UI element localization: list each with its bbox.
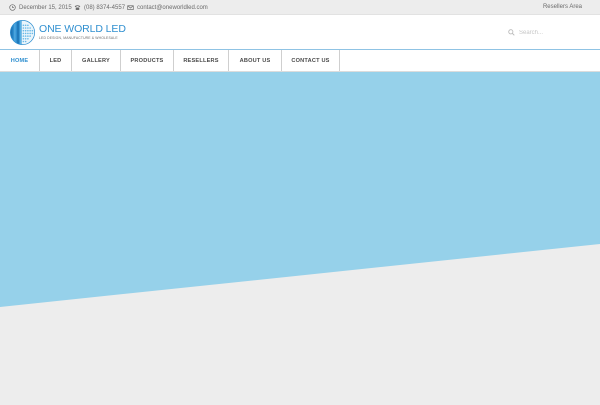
search-box[interactable] [508,27,588,38]
globe-logo-icon [9,19,36,45]
clock-icon [9,4,16,11]
search-input[interactable] [519,29,579,36]
nav-item-about-us[interactable]: ABOUT US [229,50,282,71]
top-info-bar: December 15, 2015 (08) 8374-4557 contact… [0,0,600,15]
phone-info: (08) 8374-4557 [74,0,125,15]
logo-tagline: LED DESIGN, MANUFACTURE & WHOLESALE [39,35,118,40]
nav-item-gallery[interactable]: GALLERY [72,50,121,71]
phone-icon [74,5,81,10]
hero-banner [0,72,600,400]
date-info: December 15, 2015 [9,0,72,15]
phone-text[interactable]: (08) 8374-4557 [84,5,125,11]
logo-title: ONE WORLD LED [39,22,126,35]
hero-background [0,72,600,400]
site-logo[interactable]: ONE WORLD LED LED DESIGN, MANUFACTURE & … [9,17,126,47]
main-nav: HOME LED GALLERY PRODUCTS RESELLERS ABOU… [0,49,600,72]
search-icon [508,29,515,36]
date-text: December 15, 2015 [19,4,72,11]
email-info: contact@oneworldled.com [127,0,208,15]
site-header: ONE WORLD LED LED DESIGN, MANUFACTURE & … [0,15,600,50]
envelope-icon [127,5,134,10]
nav-item-home[interactable]: HOME [0,50,40,71]
nav-item-contact-us[interactable]: CONTACT US [282,50,340,71]
email-link[interactable]: contact@oneworldled.com [137,5,208,11]
resellers-area-link[interactable]: Resellers Area [543,0,582,15]
nav-item-resellers[interactable]: RESELLERS [174,50,229,71]
nav-item-led[interactable]: LED [40,50,72,71]
logo-text: ONE WORLD LED LED DESIGN, MANUFACTURE & … [39,22,126,41]
nav-item-products[interactable]: PRODUCTS [121,50,174,71]
